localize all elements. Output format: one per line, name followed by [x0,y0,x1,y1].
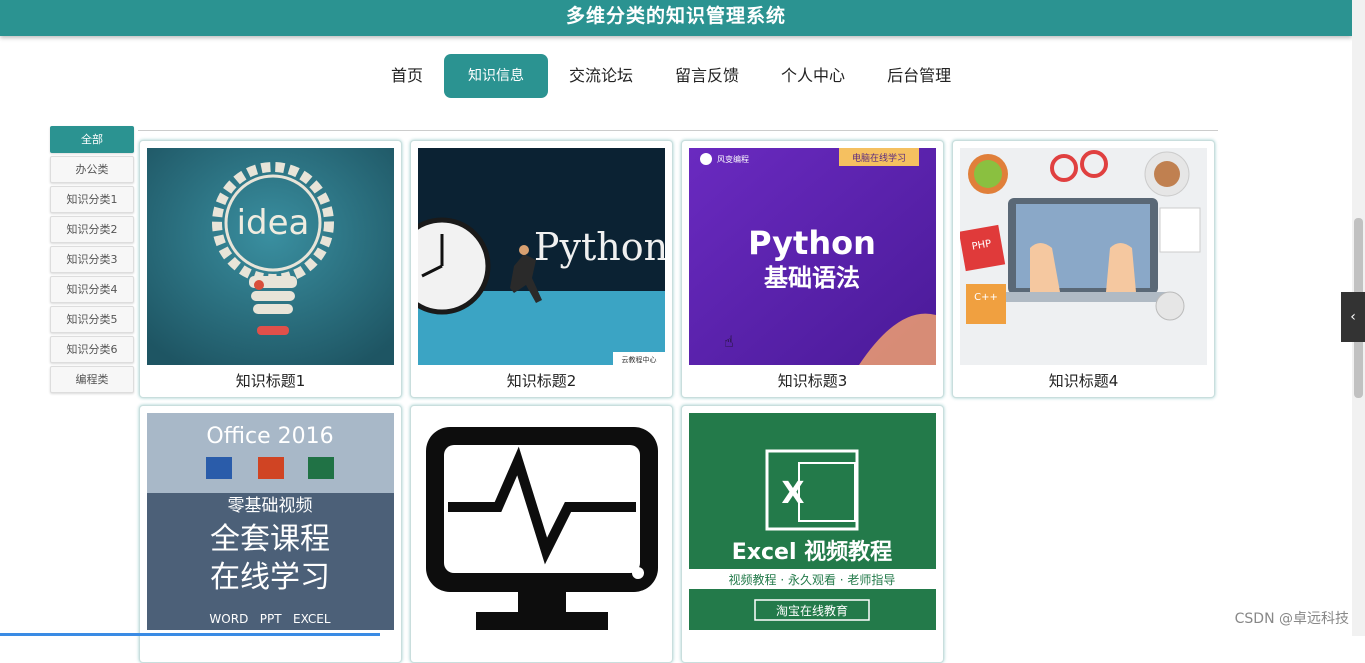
card-thumb-text: Office 2016 [206,424,333,449]
category-5[interactable]: 知识分类5 [50,306,134,333]
side-panel-toggle[interactable]: ‹ [1341,292,1365,342]
nav-item-admin[interactable]: 后台管理 [866,54,972,98]
knowledge-card[interactable]: idea 知识标题1 [139,140,402,398]
knowledge-card[interactable]: Office 2016 零基础视频 全套课程 在线学习 WORD PPT EXC… [139,405,402,663]
chevron-left-icon: ‹ [1350,309,1356,325]
card-thumbnail: PHP C++ [960,148,1207,365]
card-thumb-text: Excel 视频教程 [732,539,892,565]
card-thumbnail: X Excel 视频教程 视频教程 · 永久观看 · 老师指导 淘宝在线教育 [689,413,936,630]
card-title: 知识标题3 [682,370,943,391]
card-thumb-text: Python [748,224,876,262]
card-title: 知识标题2 [411,370,672,391]
nav-item-forum[interactable]: 交流论坛 [548,54,654,98]
card-thumbnail: Python 云教程中心 [418,148,665,365]
card-thumb-badge: 淘宝在线教育 [776,603,848,618]
category-3[interactable]: 知识分类3 [50,246,134,273]
hand-cursor-icon: ☝ [724,332,734,351]
content-divider [138,130,1218,131]
card-thumb-brand: 风变编程 [717,154,749,164]
card-thumbnail: Office 2016 零基础视频 全套课程 在线学习 WORD PPT EXC… [147,413,394,630]
card-thumb-badge: 云教程中心 [622,355,657,364]
category-office[interactable]: 办公类 [50,156,134,183]
page-title: 多维分类的知识管理系统 [0,0,1352,32]
knowledge-card[interactable] [410,405,673,663]
knowledge-card[interactable]: 电脑在线学习 风变编程 Python 基础语法 知识标题3 [681,140,944,398]
svg-text:X: X [781,476,804,511]
category-1[interactable]: 知识分类1 [50,186,134,213]
card-thumbnail: idea [147,148,394,365]
knowledge-card[interactable]: X Excel 视频教程 视频教程 · 永久观看 · 老师指导 淘宝在线教育 [681,405,944,663]
app-header: 多维分类的知识管理系统 [0,0,1352,36]
knowledge-card[interactable]: PHP C++ 知识标题4 [952,140,1215,398]
card-title: 知识标题1 [140,370,401,391]
card-thumb-sub: 视频教程 · 永久观看 · 老师指导 [729,572,896,587]
category-6[interactable]: 知识分类6 [50,336,134,363]
category-4[interactable]: 知识分类4 [50,276,134,303]
card-thumb-text: Python [534,225,665,269]
knowledge-card[interactable]: Python 云教程中心 知识标题2 [410,140,673,398]
category-2[interactable]: 知识分类2 [50,216,134,243]
nav-item-profile[interactable]: 个人中心 [760,54,866,98]
category-all[interactable]: 全部 [50,126,134,153]
card-thumbnail [418,413,665,630]
card-thumb-label: C++ [974,292,998,303]
category-sidebar: 全部 办公类 知识分类1 知识分类2 知识分类3 知识分类4 知识分类5 知识分… [50,126,134,396]
nav-item-home[interactable]: 首页 [370,54,444,98]
nav-item-feedback[interactable]: 留言反馈 [654,54,760,98]
category-programming[interactable]: 编程类 [50,366,134,393]
card-thumb-tag: 电脑在线学习 [852,152,906,164]
nav-item-knowledge[interactable]: 知识信息 [444,54,548,98]
card-thumb-line2: 在线学习 [210,560,330,595]
card-thumb-words: WORD PPT EXCEL [209,612,330,626]
card-thumb-line1: 全套课程 [210,522,330,557]
main-nav: 首页 知识信息 交流论坛 留言反馈 个人中心 后台管理 [370,54,972,98]
card-thumb-text: idea [237,203,310,243]
watermark: CSDN @卓远科技 [1235,608,1349,628]
card-thumb-sub: 零基础视频 [228,496,313,516]
card-thumb-sub: 基础语法 [764,264,860,292]
card-title: 知识标题4 [953,370,1214,391]
